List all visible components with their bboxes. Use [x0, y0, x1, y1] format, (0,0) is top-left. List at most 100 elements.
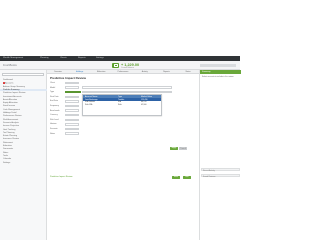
form-field[interactable] — [65, 109, 79, 112]
cancel-button[interactable]: Cancel — [179, 147, 187, 150]
sidebar-item[interactable]: Calendar — [3, 158, 11, 160]
sidebar-item-label: Investment Accounts — [3, 95, 22, 98]
sidebar-item[interactable]: Retirement — [3, 142, 13, 144]
sidebar-item-label: Scenario Analysis — [3, 121, 19, 124]
option-name: Roth IRA — [85, 104, 93, 107]
right-panel-title: Summary — [202, 70, 211, 73]
sidebar-item[interactable]: Investment Accounts — [3, 96, 21, 98]
account-select-field[interactable] — [82, 86, 172, 89]
sidebar-item-label: Holdings Detail — [3, 112, 17, 114]
topnav-item[interactable]: Clients — [60, 57, 67, 59]
form-field[interactable] — [65, 100, 79, 103]
sidebar-item[interactable]: Estate Planning — [3, 135, 17, 137]
sidebar-item-label: Retirement — [3, 141, 13, 144]
topnav-item[interactable]: Planning — [40, 57, 49, 59]
sidebar-item[interactable]: Fixed Income — [3, 105, 15, 107]
right-panel-text: Select accounts to include in the review… — [202, 76, 234, 78]
sidebar-item[interactable]: Holdings Detail — [3, 112, 16, 114]
col-header-type: Type — [118, 95, 123, 98]
sidebar-item-label: Dashboard — [3, 79, 13, 81]
sidebar-item[interactable]: Accounts — [3, 82, 14, 85]
sidebar-item-label: Cash Management — [3, 108, 20, 111]
sidebar-item[interactable]: Portfolio Summary — [0, 88, 47, 92]
sidebar-item[interactable]: Notes — [3, 152, 8, 154]
sidebar-item-label: Risk Assessment — [3, 118, 19, 121]
header-search[interactable] — [200, 64, 236, 67]
form-field[interactable] — [65, 81, 79, 85]
account-dropdown[interactable]: Account Name Type Market Value Joint Bro… — [82, 94, 162, 116]
tab[interactable]: Allocation — [90, 71, 112, 73]
form-label: Frequency — [50, 105, 59, 107]
wallet-icon — [112, 62, 119, 68]
dropdown-option[interactable]: Roth IRA Roth 42,900 — [83, 104, 161, 107]
sidebar-item[interactable]: Documents — [3, 148, 13, 150]
sidebar: Dashboard Accounts Advisor Group Summary Po… — [0, 70, 47, 240]
tab[interactable]: Activity — [134, 71, 156, 73]
form-label: Risk Level — [50, 118, 59, 121]
sidebar-item-label: Documents — [3, 148, 14, 151]
model-select-field[interactable] — [82, 90, 172, 94]
main-content: Predictive Impact Review Client Model Type… — [47, 74, 199, 240]
sidebar-item[interactable]: Goal Tracking — [3, 129, 15, 131]
sidebar-item[interactable]: Tasks — [3, 155, 8, 157]
sidebar-item[interactable]: Advisor Group Summary — [3, 86, 25, 88]
recent-activity-label: Recent Activity — [203, 169, 215, 172]
saved-reviews-box[interactable]: Saved Reviews — [201, 174, 240, 178]
topnav-item[interactable]: Wealth Management — [3, 57, 23, 59]
sidebar-item-label: Education — [3, 145, 12, 147]
sidebar-item[interactable]: Equity Allocation — [3, 102, 18, 104]
apply-button[interactable]: Apply — [170, 147, 178, 150]
tab[interactable]: Overview — [47, 71, 69, 73]
option-type: Roth — [118, 104, 122, 107]
sidebar-item[interactable]: Predictive Impact Review — [3, 92, 25, 94]
sidebar-item-label: Tasks — [3, 154, 9, 157]
sidebar-item-label: Goal Tracking — [3, 128, 16, 131]
app-header: FreshBooks + 1,229.00 Current Balance — [0, 61, 240, 70]
form-field[interactable] — [65, 118, 79, 122]
footer-link[interactable]: Predictive Impact Review — [50, 176, 72, 178]
sidebar-item[interactable]: Settings — [3, 162, 10, 164]
sidebar-search-input[interactable] — [2, 73, 44, 76]
tab[interactable]: Holdings — [69, 71, 91, 73]
sidebar-item[interactable]: Risk Assessment — [3, 119, 18, 121]
sidebar-item[interactable]: Dashboard — [3, 79, 13, 81]
form-field[interactable] — [65, 132, 79, 135]
sidebar-item[interactable]: Insurance Review — [3, 138, 19, 140]
topnav-item[interactable]: Settings — [96, 57, 104, 59]
form-label: Model — [50, 86, 56, 89]
form-field[interactable] — [65, 90, 81, 94]
sidebar-item-label: Asset Allocation — [3, 98, 18, 101]
right-panel: Summary Select accounts to include in th… — [199, 70, 241, 240]
sidebar-item[interactable]: Cash Management — [3, 109, 20, 111]
form-field[interactable] — [65, 127, 79, 131]
form-label: Type — [50, 91, 55, 94]
sidebar-item[interactable]: Tax Planning — [3, 132, 14, 134]
form-field[interactable] — [65, 113, 79, 117]
run-button[interactable]: Run — [183, 175, 191, 179]
sidebar-item[interactable]: Performance Review — [3, 115, 22, 117]
sidebar-item-label: Advisor Group Summary — [3, 85, 25, 88]
save-button[interactable]: Save — [172, 175, 180, 179]
sidebar-item[interactable]: Income Projection — [3, 125, 19, 127]
form-field[interactable] — [65, 104, 79, 108]
form-field[interactable] — [65, 123, 79, 126]
form-label: End Date — [50, 100, 58, 103]
tab[interactable]: Notes — [177, 71, 199, 73]
app-logo[interactable]: FreshBooks — [3, 64, 17, 67]
form-label: Notes — [50, 132, 55, 135]
sidebar-item-label: Fixed Income — [3, 105, 16, 108]
sidebar-item[interactable]: Scenario Analysis — [3, 122, 19, 124]
sidebar-item-label: Predictive Impact Review — [3, 92, 26, 95]
form-field[interactable] — [65, 86, 79, 89]
topnav-item[interactable]: Reports — [78, 57, 86, 59]
recent-activity-box[interactable]: Recent Activity — [201, 168, 240, 172]
sidebar-item-label: Accounts — [5, 82, 14, 85]
sidebar-item[interactable]: Asset Allocation — [3, 99, 17, 101]
tab[interactable]: Performance — [112, 71, 134, 73]
sidebar-item-label: Performance Review — [3, 115, 22, 118]
form-field[interactable] — [65, 95, 79, 99]
tab[interactable]: Reports — [156, 71, 178, 73]
sidebar-item-label: Notes — [3, 151, 9, 154]
sidebar-item-label: Income Projection — [3, 125, 20, 128]
form-label: Client — [50, 82, 55, 84]
